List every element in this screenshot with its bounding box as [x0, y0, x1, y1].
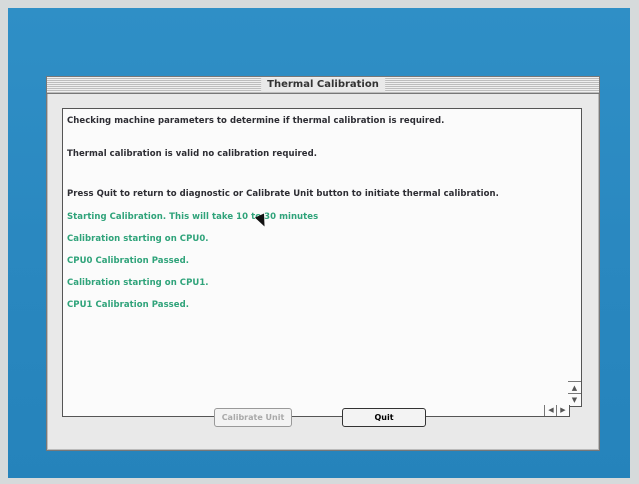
desktop-background: Thermal Calibration Checking machine par…	[8, 8, 630, 478]
scroll-right-arrow-icon[interactable]: ▶	[556, 405, 569, 416]
vertical-scrollbar[interactable]: ▲ ▼	[568, 108, 582, 407]
log-line-1: Checking machine parameters to determine…	[67, 116, 445, 126]
window-title: Thermal Calibration	[261, 78, 385, 92]
horizontal-scrollbar[interactable]: ◀ ▶	[62, 405, 570, 417]
log-line-7: Calibration starting on CPU1.	[67, 278, 209, 288]
log-line-6: CPU0 Calibration Passed.	[67, 256, 190, 266]
log-line-2: Thermal calibration is valid no calibrat…	[67, 149, 318, 159]
photo-frame: Thermal Calibration Checking machine par…	[0, 0, 639, 484]
log-line-4: Starting Calibration. This will take 10 …	[67, 212, 319, 222]
thermal-calibration-dialog: Thermal Calibration Checking machine par…	[46, 76, 600, 451]
title-bar[interactable]: Thermal Calibration	[47, 77, 599, 94]
quit-button[interactable]: Quit	[342, 408, 426, 427]
log-line-3: Press Quit to return to diagnostic or Ca…	[67, 189, 499, 199]
log-line-5: Calibration starting on CPU0.	[67, 234, 209, 244]
log-text-area[interactable]: Checking machine parameters to determine…	[62, 108, 570, 407]
log-line-8: CPU1 Calibration Passed.	[67, 300, 190, 310]
calibrate-unit-button[interactable]: Calibrate Unit	[214, 408, 292, 427]
